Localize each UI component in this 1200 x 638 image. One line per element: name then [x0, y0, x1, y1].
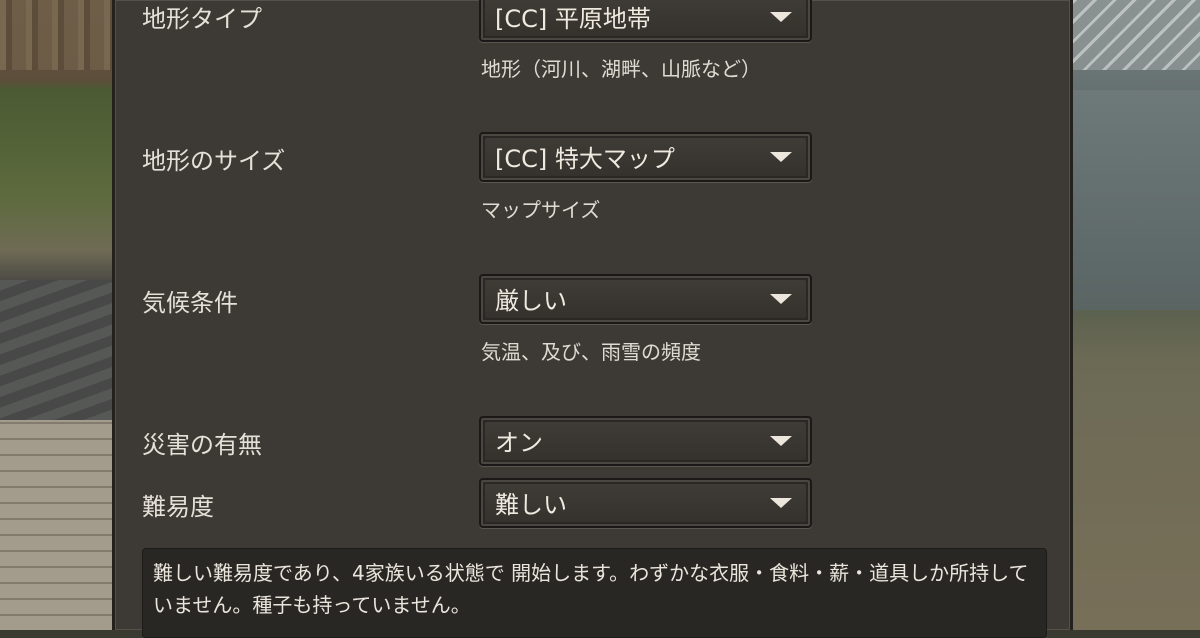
- background-scene-right: [1073, 0, 1200, 630]
- terrain-size-label: 地形のサイズ: [142, 147, 286, 175]
- terrain-size-value: [CC] 特大マップ: [495, 145, 675, 173]
- disasters-value: オン: [495, 429, 543, 457]
- difficulty-label: 難易度: [142, 493, 214, 521]
- climate-value: 厳しい: [495, 287, 567, 315]
- fence-decoration: [0, 0, 112, 70]
- difficulty-dropdown[interactable]: 難しい: [479, 478, 812, 528]
- terrain-size-help: マップサイズ: [481, 198, 601, 222]
- chevron-down-icon: [770, 152, 792, 162]
- chevron-down-icon: [770, 498, 792, 508]
- roof-decoration: [0, 280, 112, 420]
- river-decoration: [1073, 90, 1200, 310]
- background-scene-left: [0, 0, 112, 630]
- bridge-decoration: [1073, 0, 1200, 70]
- terrain-size-dropdown[interactable]: [CC] 特大マップ: [479, 132, 812, 182]
- terrain-type-value: [CC] 平原地帯: [495, 5, 651, 33]
- disasters-label: 災害の有無: [142, 431, 262, 459]
- new-game-settings-panel: 地形タイプ [CC] 平原地帯 地形（河川、湖畔、山脈など） 地形のサイズ [C…: [112, 0, 1073, 638]
- difficulty-description: 難しい難易度であり、4家族いる状態で 開始します。わずかな衣服・食料・薪・道具し…: [153, 561, 1029, 617]
- climate-dropdown[interactable]: 厳しい: [479, 274, 812, 324]
- chevron-down-icon: [770, 294, 792, 304]
- terrain-type-label: 地形タイプ: [142, 5, 262, 33]
- stone-wall-decoration: [0, 420, 112, 630]
- difficulty-value: 難しい: [495, 491, 567, 519]
- chevron-down-icon: [770, 436, 792, 446]
- climate-label: 気候条件: [142, 289, 238, 317]
- terrain-type-help: 地形（河川、湖畔、山脈など）: [481, 57, 761, 81]
- difficulty-description-box: 難しい難易度であり、4家族いる状態で 開始します。わずかな衣服・食料・薪・道具し…: [142, 548, 1047, 638]
- chevron-down-icon: [770, 12, 792, 22]
- disasters-dropdown[interactable]: オン: [479, 416, 812, 466]
- climate-help: 気温、及び、雨雪の頻度: [481, 340, 701, 364]
- terrain-type-dropdown[interactable]: [CC] 平原地帯: [479, 0, 812, 42]
